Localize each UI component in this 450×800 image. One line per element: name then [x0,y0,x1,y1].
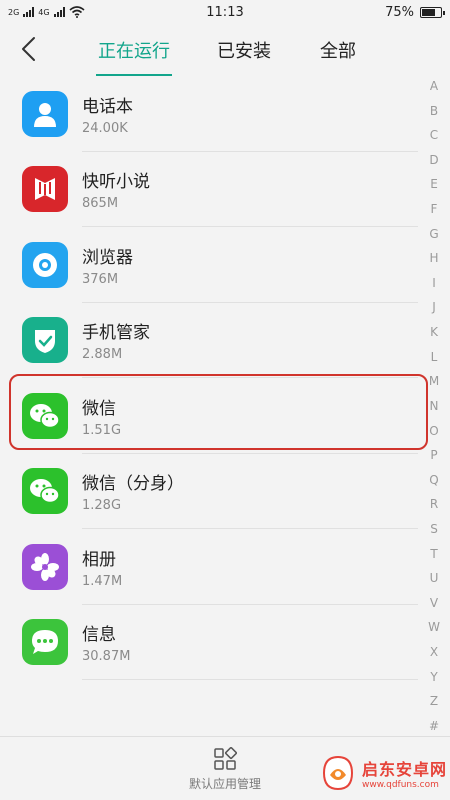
alphabet-letter[interactable]: H [429,252,438,264]
wechat-icon [22,392,68,439]
contacts-icon [22,90,68,137]
alphabet-letter[interactable]: P [430,449,437,461]
battery-percent: 75% [385,4,414,20]
alphabet-letter[interactable]: M [429,375,439,387]
alphabet-letter[interactable]: T [430,548,437,560]
app-name: 手机管家 [82,323,150,344]
battery-icon [420,6,445,18]
alphabet-letter[interactable]: K [430,326,438,338]
wechat-icon [22,468,68,515]
alphabet-letter[interactable]: L [431,351,438,363]
tab-all[interactable]: 全部 [298,24,378,76]
wifi-icon [69,6,85,18]
alphabet-letter[interactable]: S [430,523,438,535]
app-name: 电话本 [82,96,133,117]
alphabet-letter[interactable]: Q [429,474,438,486]
alphabet-letter[interactable]: Y [430,671,437,683]
app-size: 1.28G [82,498,122,514]
alphabet-letter[interactable]: # [429,720,439,732]
tab-running[interactable]: 正在运行 [84,24,184,76]
app-row-novel[interactable]: 快听小说 865M [0,152,418,228]
app-name: 快听小说 [82,172,150,193]
status-bar: 2G 4G 11:13 75% [0,0,450,24]
watermark-title: 启东安卓网 [362,760,448,779]
alphabet-letter[interactable]: J [432,301,436,313]
battery-group: 75% [385,4,445,20]
app-name: 信息 [82,625,116,646]
alphabet-letter[interactable]: A [430,80,438,92]
alphabet-letter[interactable]: U [430,572,439,584]
alphabet-letter[interactable]: Z [430,695,438,707]
shield-icon [22,317,68,364]
app-size: 1.47M [82,573,123,589]
network-label-1: 2G [8,7,20,17]
app-name: 微信（分身） [82,474,184,495]
chevron-left-icon [22,37,35,61]
app-row-messages[interactable]: 信息 30.87M [0,605,418,681]
alphabet-letter[interactable]: V [430,597,438,609]
alphabet-letter[interactable]: X [430,646,438,658]
app-header: 正在运行 已安装 全部 [0,24,450,76]
alphabet-letter[interactable]: F [431,203,438,215]
app-size: 24.00K [82,120,128,136]
signal-icon [23,7,35,17]
alphabet-letter[interactable]: B [430,105,438,117]
alphabet-letter[interactable]: D [429,154,438,166]
alphabet-letter[interactable]: N [430,400,439,412]
app-size: 376M [82,271,119,287]
app-size: 1.51G [82,422,122,438]
messages-icon [22,619,68,666]
app-list: 电话本 24.00K 快听小说 865M 浏览器 376M 手机管家 2.88M… [0,76,418,680]
battery-fill [422,8,435,16]
app-name: 相册 [82,549,116,570]
alphabet-letter[interactable]: G [429,228,438,240]
grid-icon [214,747,237,770]
signal-icon-2 [53,7,65,17]
app-row-photos[interactable]: 相册 1.47M [0,529,418,605]
alphabet-letter[interactable]: R [430,498,438,510]
app-row-wechat-clone[interactable]: 微信（分身） 1.28G [0,454,418,530]
app-row-contacts[interactable]: 电话本 24.00K [0,76,418,152]
app-row-wechat[interactable]: 微信 1.51G [0,378,418,454]
photos-icon [22,543,68,590]
tab-bar: 正在运行 已安装 全部 [84,24,378,76]
book-icon [22,166,68,213]
app-row-phone-manager[interactable]: 手机管家 2.88M [0,303,418,379]
alphabet-letter[interactable]: C [430,129,438,141]
watermark: 启东安卓网 www.qdfuns.com [318,748,450,798]
app-size: 2.88M [82,347,123,363]
app-size: 865M [82,196,119,212]
default-apps-label: 默认应用管理 [188,777,261,791]
app-name: 微信 [82,398,116,419]
alphabet-letter[interactable]: I [432,277,436,289]
watermark-logo-icon [322,755,354,791]
browser-icon [22,241,68,288]
alphabet-letter[interactable]: W [428,621,440,633]
alphabet-letter[interactable]: O [429,425,438,437]
signal-group: 2G 4G [8,6,85,18]
app-size: 30.87M [82,649,131,665]
app-name: 浏览器 [82,247,133,268]
default-apps-button[interactable]: 默认应用管理 [180,747,270,795]
network-label-2: 4G [38,7,50,17]
back-button[interactable] [16,34,44,64]
clock: 11:13 [206,4,244,20]
watermark-url: www.qdfuns.com [362,780,439,790]
alphabet-letter[interactable]: E [430,178,438,190]
app-row-browser[interactable]: 浏览器 376M [0,227,418,303]
tab-installed[interactable]: 已安装 [194,24,294,76]
alphabet-index[interactable]: A B C D E F G H I J K L M N O P Q R S T U V W X Y Z # [424,80,444,732]
